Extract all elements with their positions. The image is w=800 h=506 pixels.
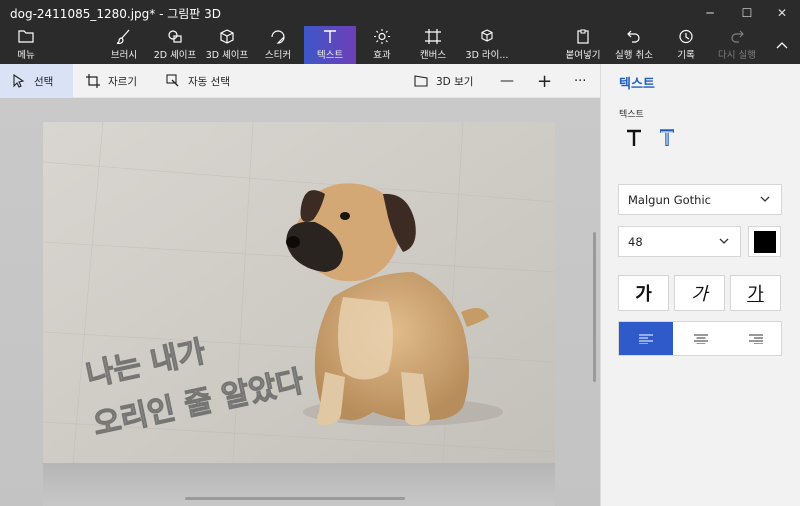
- tool-bar: 선택 자르기 자동 선택 3D 보기 — + ···: [0, 64, 600, 98]
- more-options-button[interactable]: ···: [574, 64, 590, 98]
- redo-icon: [731, 30, 744, 43]
- brush-label: 브러시: [110, 50, 138, 61]
- undo-icon: [627, 30, 640, 43]
- chevron-down-icon: [719, 238, 729, 244]
- sticker-icon: [271, 30, 285, 44]
- crop-label: 자르기: [108, 75, 137, 88]
- text-2d-icon: [627, 129, 641, 146]
- canvas-icon: [425, 29, 441, 44]
- shapes-2d-icon: [168, 30, 182, 43]
- cursor-icon: [13, 74, 25, 88]
- undo-button[interactable]: 실행 취소: [610, 26, 658, 64]
- text-section-label: 텍스트: [619, 110, 644, 120]
- canvas-label: 캔버스: [419, 50, 447, 61]
- panel-title: 텍스트: [619, 77, 655, 92]
- magic-select-icon: [166, 74, 179, 87]
- history-label: 기록: [677, 50, 695, 61]
- history-button[interactable]: 기록: [666, 26, 706, 64]
- effects-tab[interactable]: 효과: [362, 26, 402, 64]
- shapes-3d-label: 3D 셰이프: [205, 50, 249, 61]
- paste-label: 붙여넣기: [565, 50, 601, 61]
- redo-label: 다시 실행: [718, 50, 756, 61]
- history-icon: [679, 29, 693, 44]
- font-size-value: 48: [628, 234, 643, 249]
- text-tab[interactable]: 텍스트: [304, 26, 356, 64]
- text-3d-button[interactable]: [655, 126, 679, 150]
- shapes-3d-tab[interactable]: 3D 셰이프: [203, 26, 251, 64]
- text-icon: [324, 30, 336, 43]
- collapse-ribbon-button[interactable]: [770, 26, 794, 64]
- folder-icon: [18, 30, 34, 43]
- align-center-button[interactable]: [674, 322, 728, 355]
- library-3d-tab[interactable]: 3D 라이...: [462, 26, 512, 64]
- view-3d-button[interactable]: 3D 보기: [414, 64, 484, 98]
- crop-tool[interactable]: 자르기: [86, 64, 156, 98]
- italic-button[interactable]: 가: [674, 275, 725, 311]
- horizontal-scrollbar[interactable]: [185, 497, 405, 500]
- align-center-icon: [694, 334, 708, 344]
- brush-tab[interactable]: 브러시: [102, 26, 146, 64]
- underline-button[interactable]: 가: [730, 275, 781, 311]
- font-size-dropdown[interactable]: 48: [618, 226, 741, 257]
- shapes-2d-tab[interactable]: 2D 셰이프: [151, 26, 199, 64]
- bold-button[interactable]: 가: [618, 275, 669, 311]
- dog-photo[interactable]: 나는 내가 오리인 줄 알았다: [43, 122, 555, 463]
- chevron-up-icon: [776, 41, 788, 48]
- text-tab-label: 텍스트: [316, 50, 344, 61]
- text-color-picker[interactable]: [748, 226, 781, 257]
- align-right-button[interactable]: [729, 322, 783, 355]
- canvas-tab[interactable]: 캔버스: [412, 26, 454, 64]
- maximize-button[interactable]: ☐: [729, 0, 765, 26]
- redo-button[interactable]: 다시 실행: [714, 26, 760, 64]
- font-family-value: Malgun Gothic: [628, 192, 711, 207]
- library-3d-icon: [481, 29, 493, 42]
- chevron-down-icon: [760, 196, 770, 202]
- select-label: 선택: [34, 75, 54, 88]
- brush-icon: [116, 29, 130, 44]
- text-3d-icon: [660, 129, 674, 146]
- text-2d-button[interactable]: [622, 126, 646, 150]
- paste-button[interactable]: 붙여넣기: [561, 26, 605, 64]
- crop-icon: [86, 74, 100, 88]
- close-button[interactable]: ✕: [764, 0, 800, 26]
- sticker-tab[interactable]: 스티커: [257, 26, 299, 64]
- select-tool[interactable]: 선택: [0, 64, 73, 98]
- menu-button[interactable]: 메뉴: [6, 26, 46, 64]
- align-left-button[interactable]: [619, 322, 673, 355]
- sun-icon: [374, 29, 390, 44]
- shapes-2d-label: 2D 셰이프: [153, 50, 197, 61]
- align-left-icon: [639, 334, 653, 344]
- zoom-in-button[interactable]: +: [537, 64, 553, 98]
- window-title: dog-2411085_1280.jpg* - 그림판 3D: [10, 7, 222, 21]
- font-family-dropdown[interactable]: Malgun Gothic: [618, 184, 782, 215]
- title-bar: dog-2411085_1280.jpg* - 그림판 3D ─ ☐ ✕: [0, 0, 800, 26]
- zoom-out-button[interactable]: —: [500, 64, 518, 98]
- magic-select-tool[interactable]: 자동 선택: [166, 64, 246, 98]
- ribbon: 메뉴 브러시 2D 셰이프 3D 셰이프 스티커 텍스트 효과 캔버스 3D 라…: [0, 26, 800, 64]
- view-3d-icon: [414, 75, 428, 87]
- minimize-button[interactable]: ─: [692, 0, 728, 26]
- magic-select-label: 자동 선택: [188, 75, 230, 88]
- cube-icon: [220, 29, 234, 44]
- library-3d-label: 3D 라이...: [465, 50, 509, 61]
- canvas-area[interactable]: 나는 내가 오리인 줄 알았다: [0, 98, 600, 506]
- color-swatch-fill: [754, 231, 776, 253]
- align-right-icon: [749, 334, 763, 344]
- effects-label: 효과: [373, 50, 391, 61]
- sticker-label: 스티커: [264, 50, 292, 61]
- undo-label: 실행 취소: [615, 50, 653, 61]
- clipboard-icon: [577, 29, 589, 44]
- alignment-group: [618, 321, 782, 356]
- vertical-scrollbar[interactable]: [593, 232, 596, 382]
- view-3d-label: 3D 보기: [436, 75, 474, 88]
- menu-label: 메뉴: [17, 50, 35, 61]
